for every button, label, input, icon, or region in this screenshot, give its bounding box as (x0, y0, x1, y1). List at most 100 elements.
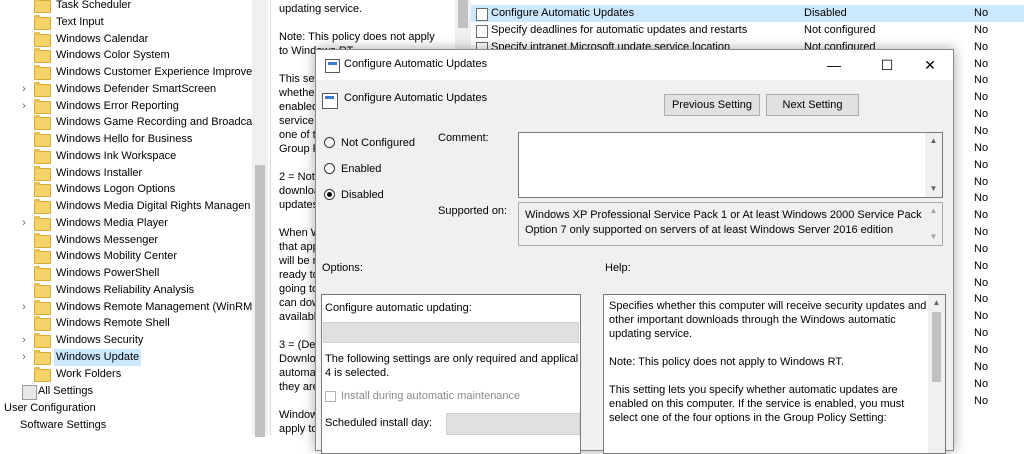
configure-updating-label: Configure automatic updating: (325, 302, 472, 314)
policy-row[interactable]: Configure Automatic Updates Disabled (471, 5, 1024, 22)
chevron-right-icon[interactable]: › (19, 349, 29, 366)
supported-scrollbar[interactable]: ▲ ▼ (925, 203, 942, 245)
chevron-right-icon[interactable]: › (19, 332, 29, 349)
folder-icon (34, 215, 51, 231)
comment-cell: No (974, 57, 989, 70)
description-line: Note: This policy does not apply (279, 31, 435, 43)
comment-cell: No (974, 310, 989, 323)
following-settings-text-2: 4 is selected. (325, 367, 390, 379)
tree-item-label: Windows PowerShell (56, 267, 160, 279)
comment-cell: No (974, 108, 989, 121)
comment-cell: No (974, 23, 989, 36)
help-label: Help: (605, 262, 631, 274)
help-scrollbar[interactable]: ▲ (928, 295, 945, 453)
help-line: updating service. (609, 328, 693, 340)
tree-item-label: Windows Reliability Analysis (56, 283, 195, 296)
comment-textarea[interactable]: ▲ ▼ (518, 132, 943, 198)
tree-item-label: Windows Remote Shell (56, 317, 170, 330)
tree-scrollbar[interactable] (252, 0, 268, 437)
tree-scrollbar-thumb[interactable] (255, 165, 265, 437)
tree-item-label: Work Folders (56, 367, 122, 380)
tree-item-label: Windows Calendar (56, 32, 149, 45)
folder-icon (34, 232, 51, 248)
scroll-up-icon[interactable]: ▲ (928, 295, 945, 311)
options-pane: Configure automatic updating: The follow… (321, 294, 581, 454)
radio-disabled-circle[interactable] (324, 189, 335, 200)
dialog-header-title: Configure Automatic Updates (344, 92, 488, 104)
policy-icon (476, 8, 488, 21)
tree-item-label: Windows Installer (56, 166, 143, 179)
folder-icon (34, 182, 51, 198)
description-line: updating service. (279, 3, 363, 15)
scroll-up-icon[interactable]: ▲ (925, 133, 942, 149)
comment-scrollbar[interactable]: ▲ ▼ (925, 133, 942, 197)
folder-icon (34, 299, 51, 315)
scheduled-day-dropdown[interactable] (446, 413, 580, 435)
help-line: enabled on this computer. If the service… (609, 398, 905, 410)
tree-item-label: Windows Mobility Center (56, 250, 178, 263)
radio-disabled-label[interactable]: Disabled (341, 187, 384, 203)
help-line: other important downloads through the Wi… (609, 314, 896, 326)
radio-not-configured-label[interactable]: Not Configured (341, 135, 415, 151)
tree-item-label: Text Input (56, 15, 104, 28)
help-paragraph: Note: This policy does not apply to Wind… (609, 355, 929, 369)
folder-icon (34, 14, 51, 30)
following-settings-text: The following settings are only required… (325, 353, 579, 365)
close-button[interactable]: ✕ (907, 50, 953, 80)
install-maintenance-checkbox[interactable] (325, 391, 336, 402)
tree-item-label: Windows Ink Workspace (56, 149, 177, 162)
previous-setting-button[interactable]: Previous Setting (664, 94, 760, 116)
policy-icon (476, 25, 488, 38)
policy-row[interactable]: Specify deadlines for automatic updates … (471, 22, 1024, 39)
comment-cell: No (974, 91, 989, 104)
policy-state: Disabled (804, 7, 847, 19)
policy-setting-icon (322, 93, 338, 109)
folder-icon (34, 366, 51, 382)
policy-app-icon (325, 59, 340, 73)
minimize-button[interactable]: — (811, 50, 857, 80)
chevron-right-icon[interactable]: › (19, 215, 29, 232)
supported-on-line-2: Option 7 only supported on servers of at… (525, 224, 894, 236)
comment-cell: No (974, 377, 989, 390)
dialog-titlebar: Configure Automatic Updates — ☐ ✕ (316, 50, 953, 80)
chevron-right-icon[interactable]: › (19, 81, 29, 98)
configure-updating-dropdown[interactable] (323, 322, 579, 343)
supported-on-line-1: Windows XP Professional Service Pack 1 o… (525, 209, 931, 221)
maximize-button[interactable]: ☐ (864, 50, 910, 80)
scroll-down-icon[interactable]: ▼ (925, 181, 942, 197)
chevron-right-icon[interactable]: › (19, 98, 29, 115)
comment-label: Comment: (438, 132, 489, 144)
next-setting-button[interactable]: Next Setting (766, 94, 859, 116)
tree-item-label: Windows Defender SmartScreen (56, 82, 217, 95)
help-text: Specifies whether this computer will rec… (609, 299, 929, 439)
scroll-down-icon[interactable]: ▼ (925, 229, 942, 245)
radio-enabled-label[interactable]: Enabled (341, 161, 381, 177)
folder-icon (34, 132, 51, 147)
help-line: Note: This policy does not apply to Wind… (609, 356, 844, 368)
tree-item-label: All Settings (38, 385, 94, 397)
description-scrollbar-thumb[interactable] (458, 0, 468, 28)
folder-icon (34, 165, 51, 181)
navigation-tree: Task Scheduler Text Input Windows Calendar… (0, 0, 268, 435)
chevron-right-icon[interactable]: › (19, 299, 29, 316)
comment-cell: No (974, 209, 989, 222)
comment-cell: No (974, 259, 989, 272)
scroll-up-icon[interactable]: ▲ (925, 203, 942, 219)
folder-icon (34, 65, 51, 80)
folder-icon (34, 98, 51, 114)
comment-cell: No (974, 360, 989, 373)
tree-item-label: User Configuration (4, 402, 96, 414)
policy-name: Specify deadlines for automatic updates … (491, 24, 748, 36)
help-line: select one of the four options in the Gr… (609, 412, 887, 424)
options-label: Options: (322, 262, 363, 274)
comment-cell: No (974, 276, 989, 289)
radio-enabled-circle[interactable] (324, 163, 335, 174)
help-paragraph: Specifies whether this computer will rec… (609, 299, 929, 341)
policy-name: Configure Automatic Updates (491, 7, 635, 19)
radio-not-configured-circle[interactable] (324, 137, 335, 148)
tree-item-label: Windows Color System (56, 49, 170, 62)
folder-icon (34, 48, 51, 64)
comment-cell: No (974, 40, 989, 53)
dialog-window-title: Configure Automatic Updates (344, 58, 488, 70)
help-scrollbar-thumb[interactable] (932, 312, 941, 382)
